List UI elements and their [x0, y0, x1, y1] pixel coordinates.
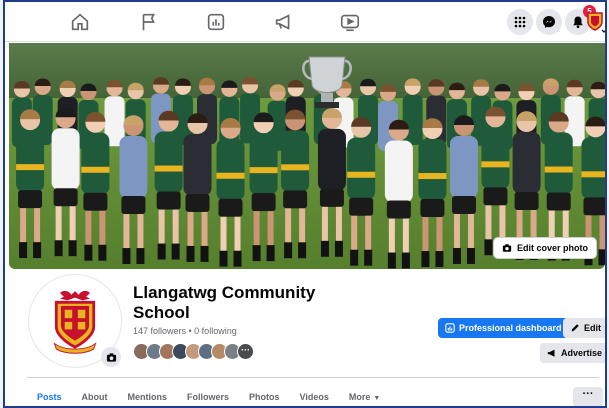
- caret-down-icon: ▼: [373, 395, 381, 402]
- edit-page-button[interactable]: Edit: [563, 318, 605, 338]
- camera-icon: [106, 352, 116, 362]
- tab-more[interactable]: More ▼: [339, 386, 390, 406]
- edit-cover-photo-button[interactable]: Edit cover photo: [492, 237, 597, 259]
- tab-followers[interactable]: Followers: [177, 386, 239, 406]
- pencil-icon: [571, 324, 579, 332]
- tab-posts[interactable]: Posts: [27, 386, 72, 406]
- camera-icon: [502, 244, 512, 252]
- tab-label: Followers: [187, 392, 230, 402]
- tab-label: Posts: [37, 392, 62, 402]
- professional-dashboard-button[interactable]: Professional dashboard: [438, 318, 569, 338]
- tabs-overflow-button[interactable]: ···: [573, 387, 603, 406]
- cover-photo[interactable]: Edit cover photo: [9, 43, 605, 269]
- menu-grid-icon[interactable]: [507, 9, 533, 35]
- tabs-divider: [27, 377, 599, 378]
- advertise-label: Advertise: [561, 348, 603, 358]
- tab-label: More: [348, 392, 371, 402]
- follower-stats[interactable]: 147 followers • 0 following: [133, 326, 237, 336]
- professional-dashboard-label: Professional dashboard: [459, 323, 562, 333]
- tab-label: About: [81, 392, 108, 402]
- tab-label: Photos: [249, 392, 280, 402]
- update-profile-picture-button[interactable]: [101, 347, 121, 367]
- tab-label: Videos: [299, 392, 329, 402]
- edit-cover-label: Edit cover photo: [516, 243, 588, 253]
- tab-photos[interactable]: Photos: [239, 386, 290, 406]
- megaphone-icon[interactable]: [273, 11, 295, 33]
- video-icon[interactable]: [339, 11, 361, 33]
- tab-about[interactable]: About: [72, 386, 118, 406]
- home-icon[interactable]: [69, 11, 91, 33]
- tab-mentions[interactable]: Mentions: [118, 386, 178, 406]
- facebook-page-window: 5 Edit cover photo Llangatwg Community S…: [3, 0, 607, 408]
- more-followers-button[interactable]: ···: [237, 343, 254, 360]
- tab-videos[interactable]: Videos: [290, 386, 339, 406]
- page-tabs: Posts About Mentions Followers Photos Vi…: [27, 386, 390, 406]
- edit-label: Edit: [584, 323, 601, 333]
- advertise-icon: [547, 349, 555, 357]
- dashboard-icon: [445, 323, 455, 333]
- tab-label: Mentions: [127, 392, 168, 402]
- flag-icon[interactable]: [138, 11, 160, 33]
- top-navigation-bar: 5: [5, 2, 605, 42]
- messenger-icon[interactable]: [536, 9, 562, 35]
- advertise-button[interactable]: Advertise: [540, 343, 605, 363]
- page-title: Llangatwg Community School: [133, 283, 316, 322]
- account-crest-icon[interactable]: [585, 9, 605, 35]
- follower-avatars[interactable]: ···: [133, 343, 254, 361]
- team-photo-image: [9, 43, 605, 269]
- dashboard-icon[interactable]: [205, 11, 227, 33]
